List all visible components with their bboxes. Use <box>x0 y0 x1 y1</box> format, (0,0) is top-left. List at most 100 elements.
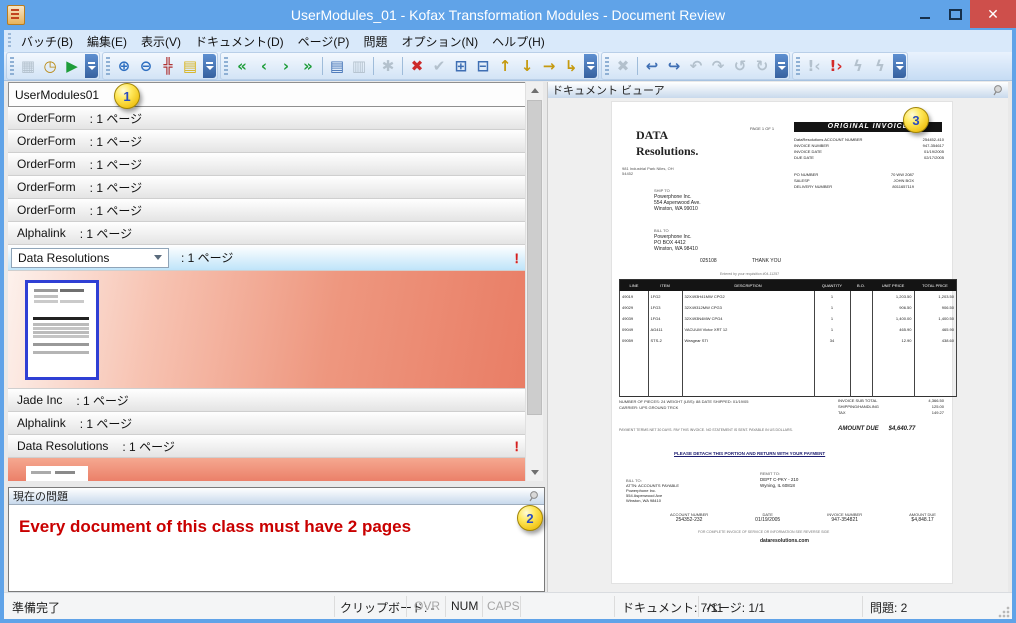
window-border-right <box>1012 30 1016 623</box>
close-button[interactable]: ✕ <box>970 0 1016 28</box>
delete-document-icon[interactable]: ✖ <box>406 55 428 77</box>
pin-icon[interactable] <box>528 490 540 502</box>
status-separator <box>334 596 335 617</box>
fit-page-icon[interactable]: ╬ <box>157 55 179 77</box>
open-batch-icon: ▦ <box>17 55 39 77</box>
document-row[interactable]: Jade Inc: 1 ページ <box>8 389 526 412</box>
move-document-down-icon[interactable]: ↓ <box>516 55 538 77</box>
table-cell: 32X493H41MW CPG2 <box>682 291 814 302</box>
document-page-count: : 1 ページ <box>90 156 142 173</box>
window-border-left <box>0 30 4 623</box>
table-header-cell: B.O. <box>850 280 872 292</box>
ship-to-lines: Powerphone Inc.554 Aspenwood Ave.Winston… <box>654 194 701 212</box>
table-cell: STS-2 <box>648 335 682 346</box>
last-document-icon[interactable]: » <box>297 55 319 77</box>
invoice-carrier: CARRIER: UPS GROUND TRCK <box>619 405 678 410</box>
toolbar-grip <box>224 57 228 75</box>
scroll-down-button[interactable] <box>526 464 543 481</box>
document-row[interactable]: OrderForm: 1 ページ <box>8 130 526 153</box>
split-document-icon[interactable]: ⊞ <box>450 55 472 77</box>
maximize-button[interactable] <box>940 0 970 28</box>
address-line: Winston, WA 98410 <box>626 498 679 503</box>
page-toolbar-overflow-button[interactable] <box>775 54 788 78</box>
first-document-icon[interactable]: « <box>231 55 253 77</box>
table-cell: 49039 <box>620 313 649 324</box>
problem-toolbar-overflow-button[interactable] <box>893 54 906 78</box>
table-cell: 1,400.50 <box>914 313 957 324</box>
merge-document-icon[interactable]: ⊟ <box>472 55 494 77</box>
menu-item-1[interactable]: 編集(E) <box>80 31 134 52</box>
window-title: UserModules_01 - Kofax Transformation Mo… <box>0 7 1016 23</box>
document-class-label: OrderForm <box>17 180 76 194</box>
invoice-line-items-table: LINEITEMDESCRIPTIONQUANTITYB.O.UNIT PRIC… <box>619 279 957 397</box>
menu-item-0[interactable]: バッチ(B) <box>14 31 80 52</box>
menu-item-3[interactable]: ドキュメント(D) <box>188 31 291 52</box>
suspend-batch-icon[interactable]: ◷ <box>39 55 61 77</box>
batch-node[interactable]: UserModules01 <box>8 82 526 107</box>
status-bar: 準備完了クリップボード: -OVRNUMCAPSドキュメント: 7/11ページ:… <box>4 592 1012 620</box>
document-row[interactable]: OrderForm: 1 ページ <box>8 107 526 130</box>
document-row[interactable]: Data Resolutions: 1 ページ! <box>8 435 526 458</box>
document-row-selected[interactable]: Data Resolutions: 1 ページ! <box>8 245 526 271</box>
document-list-scrollbar[interactable] <box>525 82 543 481</box>
document-page-count: : 1 ページ <box>90 133 142 150</box>
table-cell <box>850 302 872 313</box>
move-page-previous-icon[interactable]: ↩ <box>641 55 663 77</box>
menu-item-6[interactable]: オプション(N) <box>394 31 485 52</box>
table-row: 490191FG232X493H41MW CPG211,203.501,203.… <box>620 291 957 302</box>
menu-item-2[interactable]: 表示(V) <box>134 31 188 52</box>
table-cell <box>850 313 872 324</box>
viewer-panel-header: ドキュメント ビューア <box>548 82 1008 99</box>
document-row[interactable]: Alphalink: 1 ページ <box>8 412 526 435</box>
resize-grip[interactable] <box>998 606 1010 618</box>
next-document-icon[interactable]: › <box>275 55 297 77</box>
minimize-button[interactable] <box>910 0 940 28</box>
next-problem-icon[interactable]: !› <box>825 55 847 77</box>
document-row[interactable]: OrderForm: 1 ページ <box>8 199 526 222</box>
move-page-next-icon[interactable]: ↪ <box>663 55 685 77</box>
table-cell: 1 <box>814 324 850 335</box>
expanded-document-pages <box>8 271 526 389</box>
page-thumbnail-selected[interactable] <box>25 280 99 380</box>
status-separator <box>482 596 483 617</box>
class-combobox[interactable]: Data Resolutions <box>11 248 169 268</box>
page-thumbnail[interactable] <box>26 466 88 481</box>
menu-item-5[interactable]: 問題 <box>356 31 394 52</box>
close-batch-icon[interactable]: ▶ <box>61 55 83 77</box>
table-cell <box>814 346 850 397</box>
document-row[interactable]: OrderForm: 1 ページ <box>8 176 526 199</box>
document-page-count: : 1 ページ <box>80 225 132 242</box>
triangle-up-icon <box>531 88 539 93</box>
move-document-next-icon[interactable]: → <box>538 55 560 77</box>
scroll-up-button[interactable] <box>526 82 543 99</box>
scrollbar-thumb[interactable] <box>527 100 542 415</box>
toolbar-separator <box>637 57 638 75</box>
pin-icon[interactable] <box>992 84 1004 96</box>
toolbar-grip <box>796 57 800 75</box>
field-label: DUE DATE <box>794 155 814 161</box>
table-cell: 09059 <box>620 335 649 346</box>
rotate-page-180-icon: ↺ <box>729 55 751 77</box>
move-document-up-icon[interactable]: ↑ <box>494 55 516 77</box>
document-row[interactable]: Alphalink: 1 ページ <box>8 222 526 245</box>
menu-item-4[interactable]: ページ(P) <box>291 31 357 52</box>
chevron-down-icon <box>154 255 162 260</box>
table-cell: 1 <box>814 302 850 313</box>
previous-document-icon[interactable]: ‹ <box>253 55 275 77</box>
menu-item-7[interactable]: ヘルプ(H) <box>485 31 552 52</box>
document-row[interactable]: OrderForm: 1 ページ <box>8 153 526 176</box>
table-cell <box>850 346 872 397</box>
zoom-out-icon[interactable]: ⊖ <box>135 55 157 77</box>
batch-toolbar-overflow-button[interactable] <box>85 54 98 78</box>
table-header-cell: DESCRIPTION <box>682 280 814 292</box>
field-row: TAX149.27 <box>838 410 944 416</box>
add-note-icon[interactable]: ▤ <box>179 55 201 77</box>
move-document-last-icon[interactable]: ↳ <box>560 55 582 77</box>
zoom-in-icon[interactable]: ⊕ <box>113 55 135 77</box>
error-exclamation-icon: ! <box>514 250 519 266</box>
table-cell: 1FG2 <box>648 291 682 302</box>
classify-document-icon[interactable]: ▤ <box>326 55 348 77</box>
document-toolbar-overflow-button[interactable] <box>584 54 597 78</box>
view-toolbar-overflow-button[interactable] <box>203 54 216 78</box>
window-border-bottom <box>0 619 1016 623</box>
